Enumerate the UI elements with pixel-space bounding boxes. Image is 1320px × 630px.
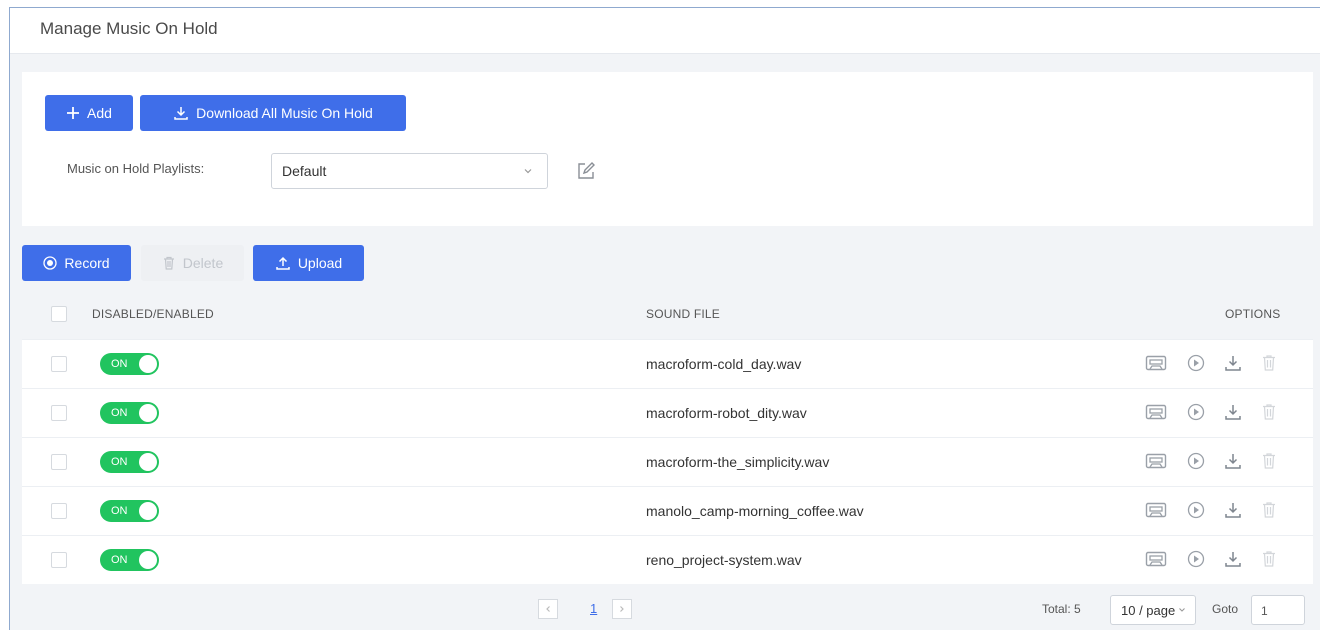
- enabled-toggle[interactable]: ON: [100, 402, 159, 424]
- play-icon[interactable]: [1187, 550, 1205, 568]
- sound-file-name: macroform-cold_day.wav: [646, 356, 802, 372]
- cassette-icon[interactable]: [1145, 550, 1167, 568]
- playlist-select[interactable]: Default: [271, 153, 548, 189]
- trash-icon[interactable]: [1261, 452, 1277, 470]
- column-header-enabled: DISABLED/ENABLED: [92, 307, 214, 321]
- trash-icon[interactable]: [1261, 501, 1277, 519]
- toggle-knob: [139, 453, 157, 471]
- download-icon[interactable]: [1224, 354, 1242, 372]
- enabled-toggle[interactable]: ON: [100, 451, 159, 473]
- page-size-value: 10 / page: [1121, 603, 1176, 618]
- enabled-toggle[interactable]: ON: [100, 353, 159, 375]
- table-header: DISABLED/ENABLED SOUND FILE OPTIONS: [22, 293, 1313, 339]
- playlist-selected-value: Default: [282, 163, 327, 179]
- play-icon[interactable]: [1187, 452, 1205, 470]
- table-row: ON macroform-the_simplicity.wav: [22, 437, 1313, 486]
- table-row: ON macroform-cold_day.wav: [22, 339, 1313, 388]
- upload-button-label: Upload: [297, 255, 343, 271]
- toggle-state: ON: [111, 456, 128, 468]
- sound-file-name: reno_project-system.wav: [646, 552, 802, 568]
- music-on-hold-window: Manage Music On Hold Add Download All Mu…: [9, 7, 1320, 630]
- column-header-options: OPTIONS: [1225, 307, 1281, 321]
- cassette-icon[interactable]: [1145, 354, 1167, 372]
- next-page-button[interactable]: [612, 599, 632, 619]
- prev-page-button[interactable]: [538, 599, 558, 619]
- download-icon[interactable]: [1224, 501, 1242, 519]
- delete-button[interactable]: Delete: [141, 245, 244, 281]
- music-table: DISABLED/ENABLED SOUND FILE OPTIONS ON m…: [22, 293, 1313, 584]
- play-icon[interactable]: [1187, 354, 1205, 372]
- column-header-sound-file: SOUND FILE: [646, 307, 721, 321]
- row-checkbox[interactable]: [51, 405, 67, 421]
- delete-button-label: Delete: [182, 255, 224, 271]
- page-header: Manage Music On Hold: [10, 8, 1320, 54]
- cassette-icon[interactable]: [1145, 403, 1167, 421]
- page-size-select[interactable]: 10 / page: [1110, 595, 1196, 625]
- add-button[interactable]: Add: [45, 95, 133, 131]
- toggle-knob: [139, 404, 157, 422]
- toggle-knob: [139, 502, 157, 520]
- playlist-label: Music on Hold Playlists:: [67, 161, 205, 176]
- chevron-left-icon: [546, 606, 550, 612]
- select-all-checkbox[interactable]: [51, 306, 67, 322]
- enabled-toggle[interactable]: ON: [100, 549, 159, 571]
- play-icon[interactable]: [1187, 403, 1205, 421]
- goto-label: Goto: [1212, 602, 1239, 616]
- download-icon[interactable]: [1224, 403, 1242, 421]
- chevron-right-icon: [620, 606, 624, 612]
- add-button-label: Add: [87, 105, 112, 121]
- edit-icon[interactable]: [576, 161, 596, 181]
- row-checkbox[interactable]: [51, 454, 67, 470]
- sound-file-name: macroform-robot_dity.wav: [646, 405, 807, 421]
- record-icon: [43, 256, 58, 270]
- plus-icon: [67, 107, 80, 119]
- row-checkbox[interactable]: [51, 356, 67, 372]
- record-button[interactable]: Record: [22, 245, 131, 281]
- toggle-state: ON: [111, 407, 128, 419]
- table-row: ON macroform-robot_dity.wav: [22, 388, 1313, 437]
- sound-file-name: manolo_camp-morning_coffee.wav: [646, 503, 864, 519]
- row-checkbox[interactable]: [51, 503, 67, 519]
- enabled-toggle[interactable]: ON: [100, 500, 159, 522]
- page-1-link[interactable]: 1: [590, 601, 597, 616]
- download-all-label: Download All Music On Hold: [196, 105, 373, 121]
- upload-icon: [276, 256, 290, 270]
- toggle-state: ON: [111, 554, 128, 566]
- toggle-state: ON: [111, 358, 128, 370]
- download-icon[interactable]: [1224, 550, 1242, 568]
- cassette-icon[interactable]: [1145, 452, 1167, 470]
- playlist-panel: Add Download All Music On Hold Music on …: [22, 72, 1313, 226]
- download-icon[interactable]: [1224, 452, 1242, 470]
- toggle-knob: [139, 355, 157, 373]
- page-title: Manage Music On Hold: [40, 19, 218, 38]
- table-row: ON manolo_camp-morning_coffee.wav: [22, 486, 1313, 535]
- trash-icon: [163, 256, 174, 270]
- goto-input[interactable]: 1: [1251, 595, 1305, 625]
- upload-button[interactable]: Upload: [253, 245, 364, 281]
- chevron-down-icon: [524, 169, 532, 174]
- download-icon: [174, 107, 188, 120]
- trash-icon[interactable]: [1261, 403, 1277, 421]
- row-checkbox[interactable]: [51, 552, 67, 568]
- download-all-button[interactable]: Download All Music On Hold: [140, 95, 406, 131]
- record-button-label: Record: [64, 255, 110, 271]
- sound-file-name: macroform-the_simplicity.wav: [646, 454, 830, 470]
- chevron-down-icon: [1179, 608, 1185, 612]
- play-icon[interactable]: [1187, 501, 1205, 519]
- trash-icon[interactable]: [1261, 550, 1277, 568]
- table-row: ON reno_project-system.wav: [22, 535, 1313, 584]
- pagination: 1 Total: 5 10 / page Goto 1: [22, 588, 1313, 630]
- cassette-icon[interactable]: [1145, 501, 1167, 519]
- toggle-knob: [139, 551, 157, 569]
- trash-icon[interactable]: [1261, 354, 1277, 372]
- total-count: Total: 5: [1042, 602, 1081, 616]
- toggle-state: ON: [111, 505, 128, 517]
